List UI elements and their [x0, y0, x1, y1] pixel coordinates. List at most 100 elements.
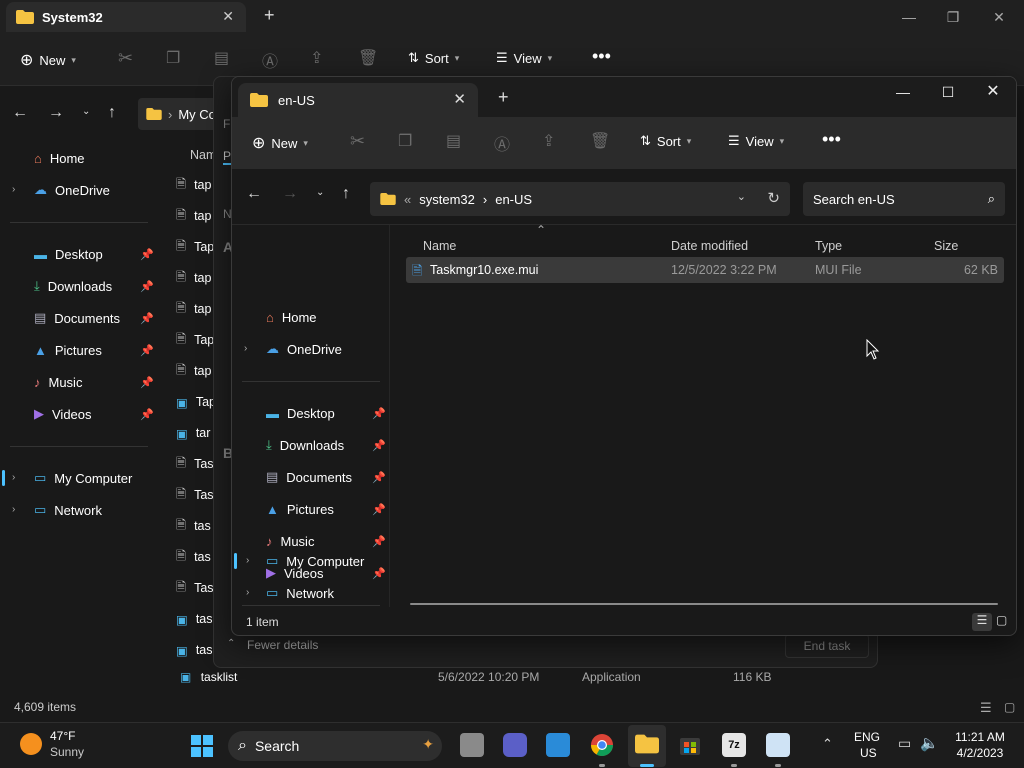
end-task-button[interactable]: End task [785, 634, 869, 658]
new-tab-button[interactable]: + [498, 87, 509, 108]
address-dropdown-icon[interactable]: ⌄ [737, 190, 746, 203]
file-row[interactable]: 🗎 Tas [176, 480, 214, 510]
file-row[interactable]: 🗎 tap [176, 201, 211, 231]
weather-desc[interactable]: Sunny [50, 745, 84, 760]
fewer-details-link[interactable]: Fewer details [247, 638, 318, 652]
region-indicator[interactable]: US [860, 746, 877, 761]
view-button[interactable]: ☰ View ▾ [496, 50, 552, 66]
paste-icon[interactable]: ▤ [214, 48, 229, 68]
up-arrow-icon[interactable]: ↑ [108, 104, 116, 122]
clock-date[interactable]: 4/2/2023 [952, 746, 1008, 761]
tiles-view-icon[interactable]: ▢ [996, 613, 1007, 627]
back-arrow-icon[interactable]: ← [246, 185, 262, 203]
sidebar-item-videos[interactable]: ▶ Videos 📌 [34, 400, 154, 428]
file-row[interactable]: ▣ Tap [176, 387, 216, 417]
file-row[interactable]: 🗎 Tas [176, 449, 214, 479]
share-icon[interactable]: ⇪ [310, 48, 323, 68]
breadcrumb-system32[interactable]: system32 [419, 192, 475, 207]
sidebar-item-onedrive[interactable]: ☁ OneDrive [266, 335, 342, 363]
sidebar-item-downloads[interactable]: ⤓ Downloads 📌 [34, 272, 154, 300]
close-tab-icon[interactable]: ✕ [222, 8, 234, 25]
sidebar-item-pictures[interactable]: ▲ Pictures 📌 [34, 336, 154, 364]
delete-icon[interactable]: 🗑 [358, 48, 378, 68]
file-row[interactable]: 🗎 tap [176, 263, 211, 293]
back-arrow-icon[interactable]: ← [12, 104, 28, 122]
expand-chevron-icon[interactable]: › [12, 504, 15, 515]
cut-icon[interactable]: ✂ [118, 48, 133, 69]
new-button[interactable]: ⊕ New ▾ [20, 50, 76, 70]
forward-arrow-icon[interactable]: → [282, 185, 298, 203]
expand-chevron-icon[interactable]: › [12, 184, 15, 195]
network-status-icon[interactable]: ▭ [898, 735, 911, 752]
teams-chat-icon[interactable] [503, 733, 527, 757]
sidebar-item-my-computer[interactable]: ▭ My Computer [34, 464, 132, 492]
sidebar-item-pictures[interactable]: ▲ Pictures 📌 [266, 495, 386, 523]
file-row[interactable]: ▣ tas [176, 635, 213, 665]
7zip-icon[interactable]: 7z [722, 733, 746, 757]
forward-arrow-icon[interactable]: → [48, 104, 64, 122]
minimize-button[interactable]: — [886, 4, 932, 30]
file-row[interactable]: 🗎 tas [176, 511, 211, 541]
sidebar-item-network[interactable]: ▭ Network [34, 496, 102, 524]
sidebar-item-onedrive[interactable]: ☁ OneDrive [34, 176, 110, 204]
expand-chevron-icon[interactable]: › [246, 587, 249, 598]
paste-icon[interactable]: ▤ [446, 131, 461, 151]
close-window-button[interactable]: ✕ [970, 79, 1016, 105]
copy-icon[interactable]: ❐ [166, 48, 180, 68]
file-explorer-icon[interactable] [635, 734, 659, 754]
widgets-icon[interactable] [546, 733, 570, 757]
volume-icon[interactable]: 🔈 [920, 734, 939, 752]
chrome-icon[interactable] [590, 733, 614, 757]
column-header-type[interactable]: Type [815, 239, 842, 253]
sidebar-item-downloads[interactable]: ⤓ Downloads 📌 [266, 431, 386, 459]
sidebar-item-desktop[interactable]: ▬ Desktop 📌 [34, 240, 154, 268]
sidebar-item-home[interactable]: ⌂ Home [34, 144, 85, 172]
clock-time[interactable]: 11:21 AM [952, 730, 1008, 745]
maximize-button[interactable]: ❐ [930, 4, 976, 30]
rename-icon[interactable]: Ⓐ [262, 48, 278, 72]
file-row[interactable]: 🗎 Tap [176, 325, 214, 355]
refresh-icon[interactable]: ↻ [767, 189, 780, 207]
language-indicator[interactable]: ENG [854, 730, 880, 745]
sidebar-item-home[interactable]: ⌂ Home [266, 303, 317, 331]
file-row[interactable]: 🗎 tas [176, 542, 211, 572]
address-bar[interactable]: « system32 › en-US ⌄ ↻ [370, 182, 790, 216]
file-row[interactable]: 🗎 tap [176, 294, 211, 324]
taskbar-search[interactable]: ⌕ Search ✦ [228, 731, 442, 761]
column-header-size[interactable]: Size [934, 239, 958, 253]
file-row[interactable]: 🗎 Tap [176, 232, 214, 262]
breadcrumb-en-us[interactable]: en-US [495, 192, 532, 207]
maximize-button[interactable]: ☐ [925, 79, 971, 105]
expand-chevron-icon[interactable]: › [12, 472, 15, 483]
sun-icon[interactable] [20, 733, 42, 755]
file-row[interactable]: 🗎 tap [176, 170, 211, 200]
sidebar-item-documents[interactable]: ▤ Documents 📌 [266, 463, 386, 491]
sidebar-item-documents[interactable]: ▤ Documents 📌 [34, 304, 154, 332]
overflow-chevron-icon[interactable]: « [404, 192, 411, 207]
expand-chevron-icon[interactable]: › [246, 555, 249, 566]
close-window-button[interactable]: ✕ [976, 4, 1022, 30]
rename-icon[interactable]: Ⓐ [494, 131, 510, 155]
tray-overflow-chevron-icon[interactable]: ⌃ [822, 736, 833, 752]
column-header-date[interactable]: Date modified [671, 239, 748, 253]
sidebar-item-music[interactable]: ♪ Music 📌 [34, 368, 154, 396]
horizontal-scrollbar[interactable] [410, 603, 998, 605]
file-row[interactable]: ▣ tar [176, 418, 210, 448]
file-row[interactable]: 🗎 Taskmgr10.exe.mui 12/5/2022 3:22 PM MU… [406, 257, 1004, 283]
windows-start-icon[interactable] [190, 734, 214, 758]
task-manager-icon[interactable] [766, 733, 790, 757]
sort-button[interactable]: ⇅ Sort ▾ [408, 50, 459, 66]
new-button[interactable]: ⊕ New ▾ [252, 133, 308, 153]
file-row[interactable]: 🗎 tap [176, 356, 211, 386]
new-tab-button[interactable]: + [264, 5, 275, 26]
search-input[interactable]: Search en-US ⌕ [803, 182, 1005, 216]
cut-icon[interactable]: ✂ [350, 131, 365, 152]
more-options-icon[interactable]: ••• [592, 46, 611, 67]
foreground-tab[interactable]: en-US ✕ [238, 83, 478, 117]
details-view-icon[interactable]: ☰ [972, 613, 992, 631]
more-options-icon[interactable]: ••• [822, 129, 841, 150]
expand-chevron-icon[interactable]: › [244, 343, 247, 354]
column-header-name[interactable]: Name [423, 239, 456, 253]
file-row[interactable]: ▣ tas [176, 604, 213, 634]
details-view-icon[interactable]: ☰ [980, 700, 992, 716]
